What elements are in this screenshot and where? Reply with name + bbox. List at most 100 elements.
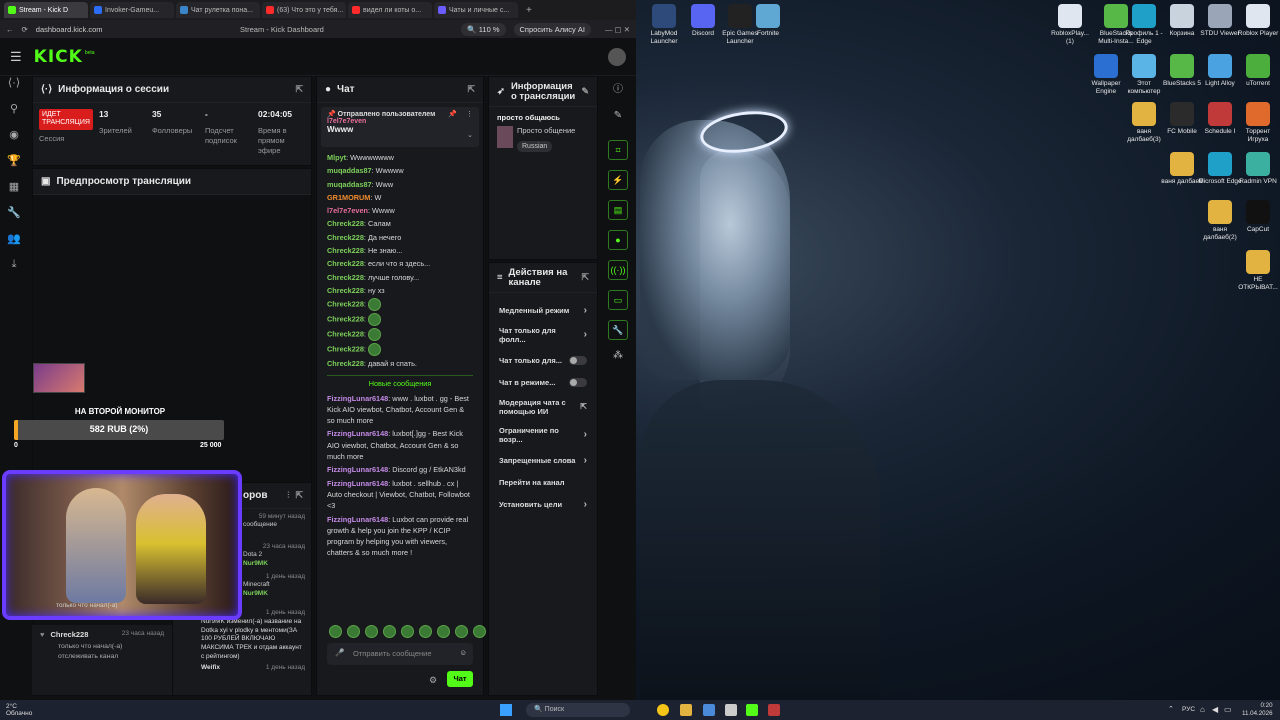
chat-username[interactable]: Chreck228: [327, 246, 364, 255]
pencil-icon[interactable]: ✎: [604, 110, 632, 140]
channel-action[interactable]: Ограничение по возр... ›: [489, 421, 597, 449]
more-icon[interactable]: ⋮: [466, 110, 473, 118]
chat-username[interactable]: Chreck228: [327, 330, 364, 339]
chat-username[interactable]: Chreck228: [327, 219, 364, 228]
chat-username[interactable]: Chreck228: [327, 233, 364, 242]
nav-stream-icon[interactable]: ⟨·⟩: [0, 76, 28, 102]
browser-tab[interactable]: Чаты и личные с...: [434, 2, 518, 18]
battery-icon[interactable]: ▭: [1224, 705, 1232, 714]
nav-trophy-icon[interactable]: 🏆: [0, 154, 28, 180]
channel-action[interactable]: Перейти на канал: [489, 471, 597, 493]
toggle-switch[interactable]: [569, 377, 587, 387]
taskbar-store-icon[interactable]: [703, 704, 715, 716]
new-tab-icon[interactable]: +: [520, 5, 538, 16]
chat-username[interactable]: Chreck228: [327, 286, 364, 295]
emote-icon[interactable]: [365, 625, 378, 638]
desktop-shortcut[interactable]: Radmin VPN: [1236, 152, 1280, 186]
chat-username[interactable]: Chreck228: [327, 345, 364, 354]
desktop-shortcut[interactable]: Торрент Игруха: [1236, 102, 1280, 144]
browser-tab[interactable]: Invoker-Gameu...: [90, 2, 174, 18]
window-controls[interactable]: — ▢ ✕: [605, 25, 630, 34]
lang-indicator[interactable]: РУС: [1182, 706, 1195, 713]
url-text[interactable]: dashboard.kick.com: [36, 25, 103, 34]
gear-icon[interactable]: ⚙: [429, 675, 437, 686]
emote-icon[interactable]: [401, 625, 414, 638]
send-button[interactable]: Чат: [447, 671, 473, 687]
emote-icon[interactable]: [455, 625, 468, 638]
monitor-icon[interactable]: ▭: [608, 290, 628, 310]
chat-username[interactable]: FizzingLunar6148: [327, 429, 388, 438]
browser-tab[interactable]: Stream - Kick D: [4, 2, 88, 18]
chat-username[interactable]: l7el7e7even: [327, 206, 368, 215]
taskbar-search[interactable]: 🔍 Поиск: [526, 703, 630, 717]
chat-username[interactable]: Mlpyt: [327, 153, 346, 162]
desktop-shortcut[interactable]: НЕ ОТКРЫВАТ...: [1236, 250, 1280, 292]
broadcast-icon[interactable]: ((·)): [608, 260, 628, 280]
chat-username[interactable]: muqaddas87: [327, 166, 372, 175]
channel-action[interactable]: Чат только для...: [489, 349, 597, 371]
browser-tab[interactable]: (63) Что это у тебя...: [262, 2, 346, 18]
chat-username[interactable]: FizzingLunar6148: [327, 465, 388, 474]
desktop-shortcut[interactable]: Fortnite: [746, 4, 790, 38]
nav-library-icon[interactable]: ▦: [0, 180, 28, 206]
nav-link-icon[interactable]: ⚲: [0, 102, 28, 128]
channel-action[interactable]: Медленный режим ›: [489, 299, 597, 321]
emote-icon[interactable]: [437, 625, 450, 638]
nav-users-icon[interactable]: 👥: [0, 232, 28, 258]
alice-button[interactable]: Спросить Алису AI: [513, 22, 591, 36]
nav-download-icon[interactable]: ⤓: [0, 258, 28, 284]
weather-widget[interactable]: 2°C Облачно: [0, 703, 32, 717]
desktop-shortcut[interactable]: LabyMod Launcher: [642, 4, 686, 46]
chat-username[interactable]: Chreck228: [327, 273, 364, 282]
nav-community-icon[interactable]: ◉: [0, 128, 28, 154]
desktop-shortcut[interactable]: RobloxPlay... (1): [1048, 4, 1092, 46]
desktop-shortcut[interactable]: CapCut: [1236, 200, 1280, 234]
volume-icon[interactable]: ◀: [1212, 705, 1218, 714]
popout-icon[interactable]: ⇱: [295, 84, 303, 95]
chat-username[interactable]: Chreck228: [327, 359, 364, 368]
clipboard-icon[interactable]: ▤: [608, 200, 628, 220]
activity-popout-icon[interactable]: ⇱: [295, 490, 303, 501]
actions-popout-icon[interactable]: ⇱: [581, 273, 589, 282]
chat-input[interactable]: 🎤 Отправить сообщение ☺: [327, 643, 473, 665]
nav-tools-icon[interactable]: 🔧: [0, 206, 28, 232]
taskbar-app-icon[interactable]: [725, 704, 737, 716]
emote-icon[interactable]: [419, 625, 432, 638]
chevron-down-icon[interactable]: ⌄: [467, 131, 473, 139]
desktop-shortcut[interactable]: uTorrent: [1236, 54, 1280, 88]
channel-action[interactable]: Чат в режиме...: [489, 371, 597, 393]
taskbar-kick-icon[interactable]: [746, 704, 758, 716]
browser-tab[interactable]: Чат рулетка пона...: [176, 2, 260, 18]
lightning-icon[interactable]: ⚡: [608, 170, 628, 190]
pinned-message[interactable]: 📌 Отправлено пользователем l7el7e7even W…: [321, 107, 479, 147]
chat-username[interactable]: Chreck228: [327, 300, 364, 309]
taskbar-folder-icon[interactable]: [680, 704, 692, 716]
chat-username[interactable]: FizzingLunar6148: [327, 515, 388, 524]
taskbar-yandex-icon[interactable]: [657, 704, 669, 716]
toggle-switch[interactable]: [569, 355, 587, 365]
pin-toggle-icon[interactable]: 📌: [448, 110, 457, 118]
reload-icon[interactable]: ⟳: [22, 25, 28, 34]
wrench-icon[interactable]: 🔧: [608, 320, 628, 340]
browser-tab[interactable]: видел ли коты о...: [348, 2, 432, 18]
emoji-icon[interactable]: ☺: [459, 648, 467, 657]
filter-icon[interactable]: ⫶: [287, 490, 289, 501]
chat-username[interactable]: Chreck228: [327, 259, 364, 268]
chat-popout-icon[interactable]: ⇱: [467, 84, 475, 95]
tray-arrow-icon[interactable]: ⌃: [1168, 705, 1174, 713]
emote-icon[interactable]: [347, 625, 360, 638]
info-icon[interactable]: ⓘ: [604, 80, 632, 110]
back-icon[interactable]: ←: [6, 25, 14, 34]
chat-username[interactable]: FizzingLunar6148: [327, 479, 388, 488]
channel-action[interactable]: Модерация чата с помощью ИИ ⇱: [489, 393, 597, 421]
nodes-icon[interactable]: ⁂: [604, 350, 632, 380]
channel-action[interactable]: Установить цели ›: [489, 493, 597, 515]
mic-icon[interactable]: 🎤: [335, 648, 344, 657]
chat-username[interactable]: GR1MORUM: [327, 193, 370, 202]
crop-icon[interactable]: ⌗: [608, 140, 628, 160]
zoom-level[interactable]: 🔍 110 %: [461, 22, 506, 36]
kick-logo[interactable]: KICK: [34, 47, 83, 67]
emote-icon[interactable]: [383, 625, 396, 638]
emote-icon[interactable]: [329, 625, 342, 638]
emote-icon[interactable]: [473, 625, 486, 638]
